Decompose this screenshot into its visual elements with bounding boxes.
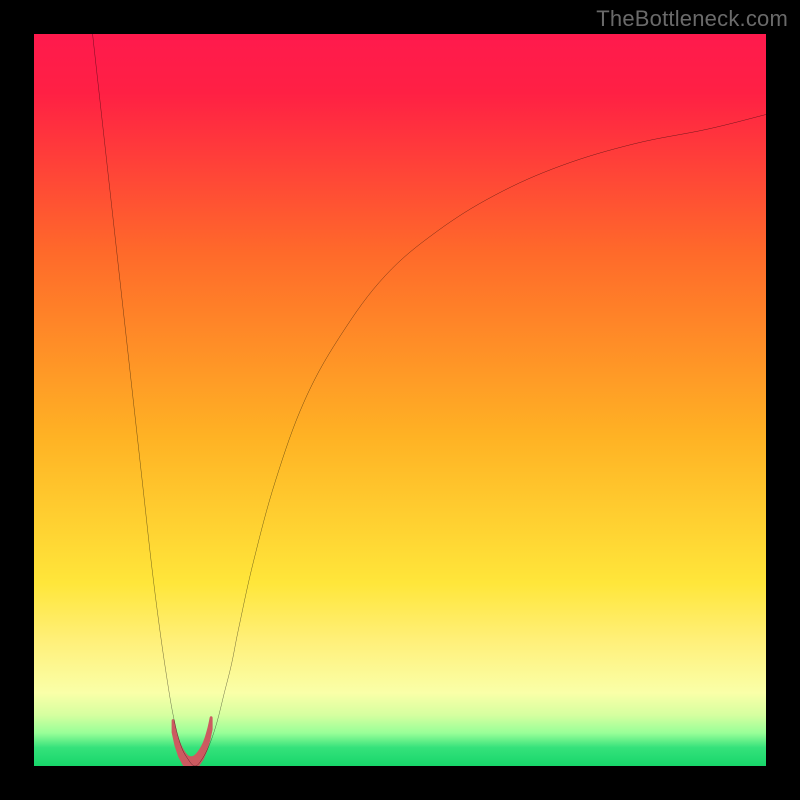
chart-frame: TheBottleneck.com	[0, 0, 800, 800]
confidence-band-foot	[173, 718, 211, 766]
curve-layer	[34, 34, 766, 766]
bottleneck-curve	[93, 34, 766, 766]
plot-area	[34, 34, 766, 766]
watermark-text: TheBottleneck.com	[596, 6, 788, 32]
